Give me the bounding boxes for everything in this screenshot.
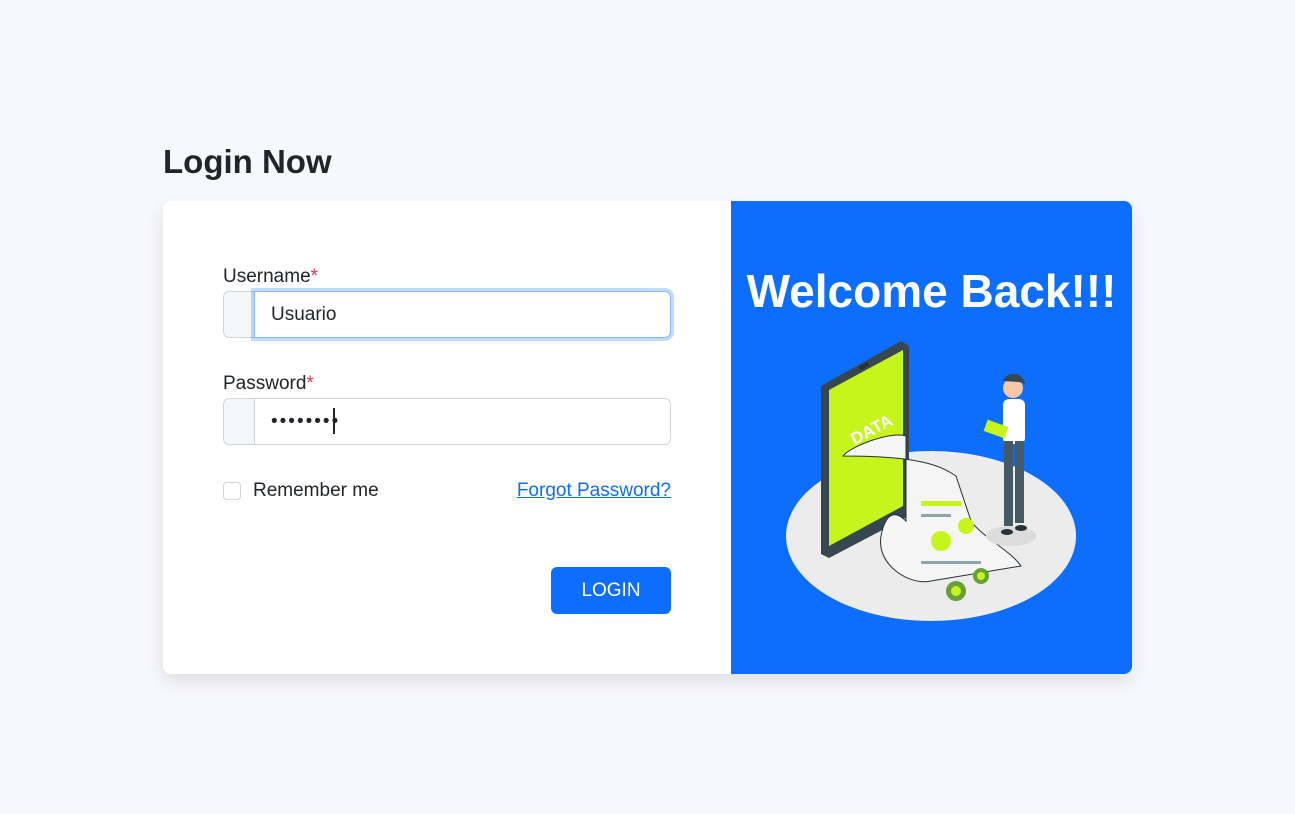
password-input-group bbox=[223, 398, 671, 445]
required-mark: * bbox=[306, 373, 314, 394]
username-input-group bbox=[223, 291, 671, 338]
page-title: Login Now bbox=[163, 143, 332, 180]
login-card: Username* Password* Remember me Forgot P… bbox=[163, 201, 1132, 674]
remember-me-label[interactable]: Remember me bbox=[253, 480, 379, 502]
password-label-text: Password bbox=[223, 373, 307, 394]
password-input[interactable] bbox=[254, 398, 671, 445]
text-caret bbox=[333, 408, 335, 434]
remember-me: Remember me bbox=[223, 480, 379, 502]
remember-me-checkbox[interactable] bbox=[223, 482, 241, 500]
login-button[interactable]: LOGIN bbox=[551, 567, 671, 614]
login-form: Username* Password* Remember me Forgot P… bbox=[163, 201, 731, 674]
password-addon bbox=[223, 398, 254, 445]
username-label-text: Username bbox=[223, 266, 311, 287]
username-input[interactable] bbox=[254, 291, 671, 338]
password-label: Password* bbox=[223, 372, 314, 396]
data-report-illustration: DATA bbox=[786, 341, 1076, 621]
welcome-heading: Welcome Back!!! bbox=[746, 265, 1117, 317]
required-mark: * bbox=[310, 266, 319, 287]
forgot-password-link[interactable]: Forgot Password? bbox=[517, 480, 671, 502]
username-label: Username* bbox=[223, 265, 318, 289]
username-addon bbox=[223, 291, 254, 338]
welcome-panel: Welcome Back!!! DATA bbox=[731, 201, 1132, 674]
